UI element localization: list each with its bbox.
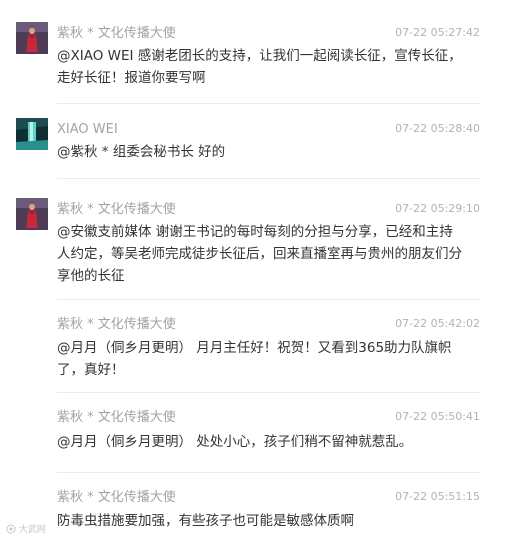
comment-feed: 紫秋 * 文化传播大使 07-22 05:27:42 @XIAO WEI 感谢老… (0, 0, 507, 543)
comment-time: 07-22 05:27:42 (395, 26, 480, 39)
comment-author[interactable]: 紫秋 * 文化传播大使 (57, 490, 176, 506)
comment-author[interactable]: 紫秋 * 文化传播大使 (57, 202, 176, 218)
avatar-red-figure-icon (16, 198, 48, 230)
comment-author[interactable]: 紫秋 * 文化传播大使 (57, 26, 176, 42)
avatar-red-figure-icon (16, 22, 48, 54)
avatar-teal-waterfall-icon (16, 118, 48, 150)
comment-time: 07-22 05:29:10 (395, 202, 480, 215)
divider (57, 178, 480, 179)
avatar[interactable] (16, 198, 48, 230)
watermark: 大武网 (6, 524, 46, 536)
comment-time: 07-22 05:28:40 (395, 122, 480, 135)
comment-author[interactable]: XIAO WEI (57, 122, 118, 138)
divider (57, 299, 480, 300)
comment-author[interactable]: 紫秋 * 文化传播大使 (57, 317, 176, 333)
comment-text: @安徽支前媒体 谢谢王书记的每时每刻的分担与分享，已经和主持人约定，等吴老师完成… (57, 224, 462, 284)
avatar[interactable] (16, 22, 48, 54)
comment-text: @月月（侗乡月更明） 处处小心，孩子们稍不留神就惹乱。 (57, 434, 413, 450)
comment-time: 07-22 05:50:41 (395, 410, 480, 423)
divider (57, 392, 480, 393)
comment-text: 防毒虫措施要加强，有些孩子也可能是敏感体质啊 (57, 513, 354, 529)
divider (57, 103, 480, 104)
comment-time: 07-22 05:42:02 (395, 317, 480, 330)
comment-text: @月月（侗乡月更明） 月月主任好！祝贺！又看到365助力队旗帜了，真好！ (57, 340, 452, 378)
comment-text: @XIAO WEI 感谢老团长的支持，让我们一起阅读长征，宣传长征，走好长征！报… (57, 48, 462, 86)
comment-time: 07-22 05:51:15 (395, 490, 480, 503)
comment-text: @紫秋 * 组委会秘书长 好的 (57, 144, 226, 160)
comment-author[interactable]: 紫秋 * 文化传播大使 (57, 410, 176, 426)
watermark-logo-icon (6, 524, 16, 534)
divider (57, 472, 480, 473)
avatar[interactable] (16, 118, 48, 150)
watermark-text: 大武网 (18, 525, 46, 535)
